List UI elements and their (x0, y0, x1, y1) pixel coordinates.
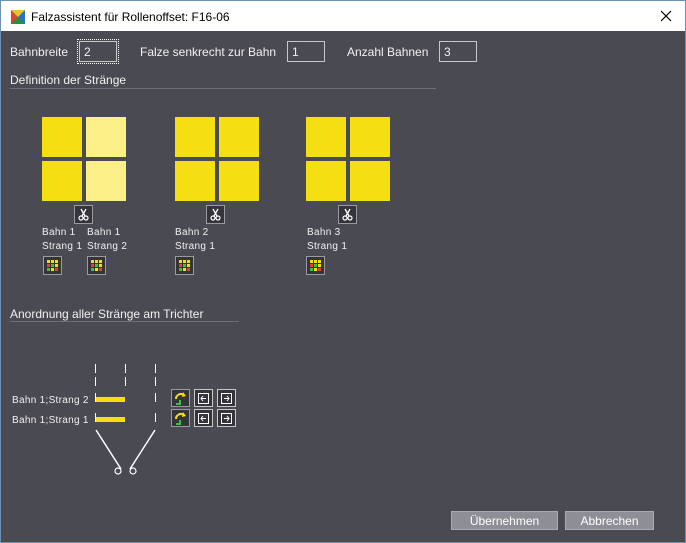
scissors-icon (78, 208, 89, 221)
section-divider (10, 321, 239, 322)
strand-bahn-label: Bahn 1 (87, 227, 121, 238)
grid-icon (47, 260, 58, 271)
rotate-icon (175, 391, 186, 405)
bahnbreite-input[interactable]: 2 (77, 39, 119, 64)
page-tile[interactable] (350, 161, 390, 201)
guide-line (155, 364, 156, 373)
arrow-right-icon (221, 412, 232, 424)
page-tile[interactable] (350, 117, 390, 157)
move-right-button[interactable] (217, 389, 236, 407)
definition-heading: Definition der Stränge (10, 73, 127, 87)
arrangement-row-label: Bahn 1;Strang 2 (12, 395, 89, 406)
scissors-icon (342, 208, 353, 221)
falze-input[interactable]: 1 (287, 41, 325, 62)
guide-line (155, 377, 156, 386)
arrow-left-icon (198, 412, 209, 424)
strand-strang-label: Strang 1 (175, 241, 216, 252)
close-icon[interactable] (655, 5, 677, 27)
dialog-body: Bahnbreite 2 Falze senkrecht zur Bahn 1 … (0, 31, 686, 543)
grid-icon (310, 260, 321, 271)
strand-strang-label: Strang 1 (42, 241, 83, 252)
cancel-button[interactable]: Abbrechen (565, 511, 654, 530)
grid-button[interactable] (87, 256, 106, 275)
rotate-button[interactable] (171, 409, 190, 427)
page-tile[interactable] (42, 117, 82, 157)
page-tile[interactable] (306, 161, 346, 201)
arrow-left-icon (198, 392, 209, 404)
falze-label: Falze senkrecht zur Bahn (140, 45, 277, 59)
page-tile[interactable] (219, 117, 259, 157)
funnel-icon (95, 429, 156, 475)
scissors-icon (210, 208, 221, 221)
ok-button[interactable]: Übernehmen (451, 511, 558, 530)
page-tile[interactable] (86, 117, 126, 157)
arrangement-heading: Anordnung aller Stränge am Trichter (10, 307, 204, 321)
strand-strang-label: Strang 2 (87, 241, 128, 252)
grid-button[interactable] (175, 256, 194, 275)
guide-line (95, 377, 96, 386)
scissors-button[interactable] (74, 205, 93, 224)
page-tile[interactable] (175, 161, 215, 201)
section-divider (10, 88, 436, 89)
move-left-button[interactable] (194, 389, 213, 407)
grid-icon (91, 260, 102, 271)
anzahl-bahnen-input[interactable]: 3 (439, 41, 477, 62)
grid-button[interactable] (306, 256, 325, 275)
page-tile[interactable] (42, 161, 82, 201)
window-title: Falzassistent für Rollenoffset: F16-06 (31, 10, 230, 24)
scissors-button[interactable] (206, 205, 225, 224)
guide-line (155, 413, 156, 422)
grid-button[interactable] (43, 256, 62, 275)
app-icon (11, 10, 25, 24)
rotate-button[interactable] (171, 389, 190, 407)
arrangement-row-label: Bahn 1;Strang 1 (12, 415, 89, 426)
page-tile[interactable] (175, 117, 215, 157)
strand-bar[interactable] (96, 417, 125, 422)
arrow-right-icon (221, 392, 232, 404)
page-tile[interactable] (219, 161, 259, 201)
title-bar: Falzassistent für Rollenoffset: F16-06 (0, 0, 686, 31)
anzahl-bahnen-label: Anzahl Bahnen (347, 45, 429, 59)
guide-line (155, 393, 156, 402)
move-left-button[interactable] (194, 409, 213, 427)
guide-line (125, 377, 126, 386)
guide-line (95, 364, 96, 373)
rotate-icon (175, 411, 186, 425)
scissors-button[interactable] (338, 205, 357, 224)
strand-bahn-label: Bahn 2 (175, 227, 209, 238)
strand-bar[interactable] (96, 397, 125, 402)
page-tile[interactable] (306, 117, 346, 157)
move-right-button[interactable] (217, 409, 236, 427)
strand-bahn-label: Bahn 3 (307, 227, 341, 238)
grid-icon (179, 260, 190, 271)
guide-line (125, 364, 126, 373)
strand-bahn-label: Bahn 1 (42, 227, 76, 238)
strand-strang-label: Strang 1 (307, 241, 348, 252)
page-tile[interactable] (86, 161, 126, 201)
bahnbreite-label: Bahnbreite (10, 45, 69, 59)
